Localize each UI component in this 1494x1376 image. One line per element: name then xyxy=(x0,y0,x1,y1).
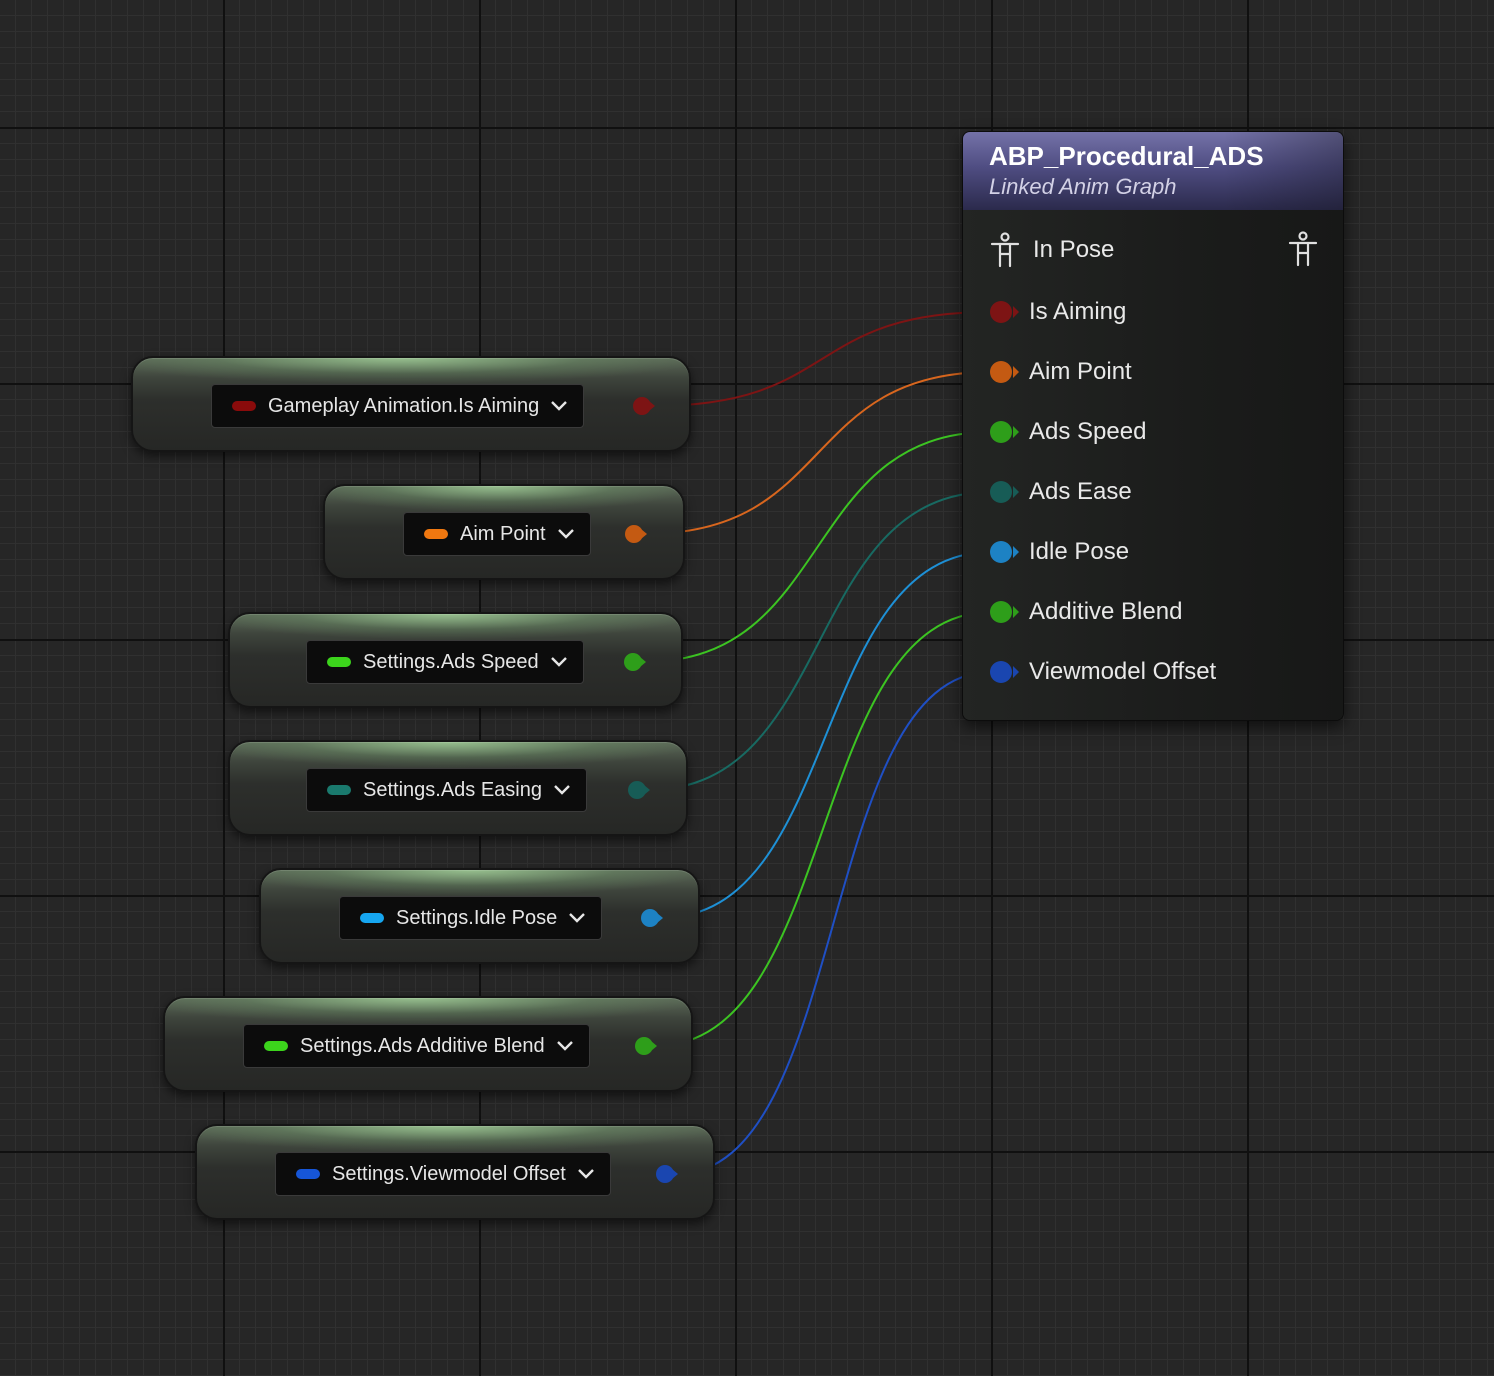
chevron-down-icon xyxy=(556,1041,573,1051)
chevron-down-icon xyxy=(577,1169,594,1179)
variable-label: Settings.Idle Pose xyxy=(396,906,558,929)
pin-label: Ads Ease xyxy=(1029,478,1132,505)
pose-pin-icon[interactable] xyxy=(989,232,1021,268)
is-aiming-input-pin-row[interactable]: Is Aiming xyxy=(963,292,1126,332)
variable-label: Gameplay Animation.Is Aiming xyxy=(268,394,540,417)
chevron-down-icon xyxy=(551,401,568,411)
get-aim-point-node[interactable]: Aim Point xyxy=(323,484,685,580)
ads-ease-input-pin-row[interactable]: Ads Ease xyxy=(963,472,1132,512)
ads-speed-input-pin[interactable] xyxy=(987,420,1019,444)
viewmodel-offset-input-pin[interactable] xyxy=(987,660,1019,684)
idle-pose-input-pin[interactable] xyxy=(987,540,1019,564)
pin-label: Viewmodel Offset xyxy=(1029,658,1217,685)
linked-anim-graph-node[interactable]: ABP_Procedural_ADS Linked Anim Graph In … xyxy=(962,131,1344,721)
transform-type-icon xyxy=(296,1169,320,1179)
enum-type-icon xyxy=(327,785,351,795)
ads-easing-variable-dropdown[interactable]: Settings.Ads Easing xyxy=(306,768,587,812)
chevron-down-icon xyxy=(550,657,567,667)
chevron-down-icon xyxy=(569,913,586,923)
pin-label: In Pose xyxy=(1033,236,1115,263)
get-ads-speed-node[interactable]: Settings.Ads Speed xyxy=(228,612,683,708)
additive-blend-input-pin[interactable] xyxy=(987,600,1019,624)
ads-speed-wire[interactable] xyxy=(643,431,992,663)
pin-label: Aim Point xyxy=(1029,358,1132,385)
anim-graph-canvas[interactable]: Gameplay Animation.Is Aiming Aim Point S… xyxy=(0,0,1494,1376)
is-aiming-output-pin[interactable] xyxy=(633,396,655,416)
pose-output-pin-icon[interactable] xyxy=(1287,231,1319,267)
ads-easing-output-pin[interactable] xyxy=(628,780,650,800)
pin-label: Is Aiming xyxy=(1029,298,1127,325)
additive-blend-wire[interactable] xyxy=(654,611,992,1047)
additive-blend-input-pin-row[interactable]: Additive Blend xyxy=(963,592,1182,632)
variable-label: Settings.Viewmodel Offset xyxy=(332,1162,566,1185)
ads-speed-variable-dropdown[interactable]: Settings.Ads Speed xyxy=(306,640,584,684)
node-header[interactable]: ABP_Procedural_ADS Linked Anim Graph xyxy=(963,132,1343,210)
viewmodel-offset-output-pin[interactable] xyxy=(656,1164,678,1184)
aim-point-input-pin-row[interactable]: Aim Point xyxy=(963,352,1132,392)
aim-point-wire[interactable] xyxy=(644,371,992,535)
vector-type-icon xyxy=(424,529,448,539)
idle-pose-variable-dropdown[interactable]: Settings.Idle Pose xyxy=(339,896,603,940)
node-title: ABP_Procedural_ADS xyxy=(989,141,1264,171)
in-pose-pin-row[interactable]: In Pose xyxy=(963,230,1114,270)
float-type-icon xyxy=(264,1041,288,1051)
ads-speed-output-pin[interactable] xyxy=(624,652,646,672)
ads-additive-blend-variable-dropdown[interactable]: Settings.Ads Additive Blend xyxy=(243,1024,590,1068)
pin-label: Additive Blend xyxy=(1029,598,1183,625)
struct-type-icon xyxy=(360,913,384,923)
node-body: In Pose Is Aiming Aim Point Ads Speed Ad… xyxy=(963,210,1343,720)
viewmodel-offset-input-pin-row[interactable]: Viewmodel Offset xyxy=(963,652,1216,692)
aim-point-variable-dropdown[interactable]: Aim Point xyxy=(403,512,591,556)
is-aiming-variable-dropdown[interactable]: Gameplay Animation.Is Aiming xyxy=(211,384,585,428)
get-is-aiming-node[interactable]: Gameplay Animation.Is Aiming xyxy=(131,356,691,452)
get-viewmodel-offset-node[interactable]: Settings.Viewmodel Offset xyxy=(195,1124,715,1220)
variable-label: Settings.Ads Additive Blend xyxy=(300,1034,545,1057)
viewmodel-offset-variable-dropdown[interactable]: Settings.Viewmodel Offset xyxy=(275,1152,611,1196)
chevron-down-icon xyxy=(557,529,574,539)
ads-additive-blend-output-pin[interactable] xyxy=(635,1036,657,1056)
ads-ease-input-pin[interactable] xyxy=(987,480,1019,504)
variable-label: Aim Point xyxy=(460,522,546,545)
node-subtitle: Linked Anim Graph xyxy=(989,174,1177,199)
variable-label: Settings.Ads Easing xyxy=(363,778,542,801)
chevron-down-icon xyxy=(554,785,570,795)
get-ads-additive-blend-node[interactable]: Settings.Ads Additive Blend xyxy=(163,996,693,1092)
float-type-icon xyxy=(327,657,351,667)
bool-type-icon xyxy=(232,401,256,411)
get-idle-pose-node[interactable]: Settings.Idle Pose xyxy=(259,868,700,964)
ads-speed-input-pin-row[interactable]: Ads Speed xyxy=(963,412,1146,452)
is-aiming-input-pin[interactable] xyxy=(987,300,1019,324)
aim-point-input-pin[interactable] xyxy=(987,360,1019,384)
variable-label: Settings.Ads Speed xyxy=(363,650,539,673)
viewmodel-offset-wire[interactable] xyxy=(675,671,992,1175)
pin-label: Idle Pose xyxy=(1029,538,1130,565)
aim-point-output-pin[interactable] xyxy=(625,524,647,544)
idle-pose-output-pin[interactable] xyxy=(641,908,663,928)
pin-label: Ads Speed xyxy=(1029,418,1147,445)
ads-ease-wire[interactable] xyxy=(647,491,992,791)
is-aiming-wire[interactable] xyxy=(652,311,992,407)
idle-pose-input-pin-row[interactable]: Idle Pose xyxy=(963,532,1129,572)
idle-pose-wire[interactable] xyxy=(660,551,992,919)
get-ads-easing-node[interactable]: Settings.Ads Easing xyxy=(228,740,688,836)
